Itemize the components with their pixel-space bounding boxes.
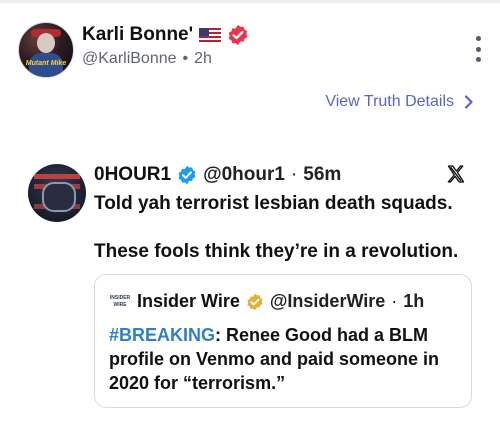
avatar-caption: Mutant Mike <box>25 60 67 67</box>
author-meta: @KarliBonne • 2h <box>82 50 212 68</box>
quoted-timestamp: 1h <box>403 291 425 311</box>
quoted-author-name[interactable]: Insider Wire <box>137 291 240 312</box>
quoted-separator: · <box>391 291 398 311</box>
us-flag-icon <box>199 28 222 42</box>
embedded-author-name[interactable]: 0HOUR1 <box>94 164 171 186</box>
embedded-timestamp: 56m <box>303 164 342 185</box>
verified-badge-icon <box>178 165 196 185</box>
author-name[interactable]: Karli Bonne' <box>82 24 193 46</box>
quoted-text: #BREAKING: Renee Good had a BLM profile … <box>109 323 459 395</box>
breaking-hashtag[interactable]: #BREAKING <box>109 325 215 345</box>
more-options-icon[interactable] <box>472 36 484 62</box>
quoted-author-handle[interactable]: @InsiderWire <box>270 291 385 312</box>
view-details-label: View Truth Details <box>325 93 454 110</box>
insider-wire-logo: INSIDER WIRE <box>109 294 131 308</box>
embedded-author-handle[interactable]: @0hour1 <box>203 164 285 186</box>
quoted-header: INSIDER WIRE Insider Wire @InsiderWire ·… <box>109 291 424 312</box>
post-header: Mutant Mike Karli Bonne' @KarliBonne • 2… <box>18 22 488 78</box>
embedded-author-avatar[interactable] <box>28 164 86 222</box>
author-avatar[interactable]: Mutant Mike <box>18 22 74 78</box>
embedded-text-line1: Told yah terrorist lesbian death squads. <box>94 193 453 214</box>
top-divider <box>0 0 500 3</box>
verified-badge-icon <box>247 293 263 310</box>
meta-separator: • <box>182 50 189 67</box>
chevron-right-icon <box>464 95 473 109</box>
view-truth-details-link[interactable]: View Truth Details <box>325 93 474 111</box>
embedded-header: 0HOUR1 @0hour1 · 56m <box>94 164 341 186</box>
post-timestamp: 2h <box>194 50 212 67</box>
embedded-separator: · <box>290 164 298 185</box>
embedded-text-line2: These fools think they’re in a revolutio… <box>94 241 459 262</box>
author-handle[interactable]: @KarliBonne <box>82 50 177 68</box>
x-logo-icon[interactable] <box>446 164 466 184</box>
verified-badge-icon <box>228 24 248 46</box>
author-name-row: Karli Bonne' <box>82 24 249 46</box>
quoted-post-card[interactable]: INSIDER WIRE Insider Wire @InsiderWire ·… <box>94 274 472 408</box>
